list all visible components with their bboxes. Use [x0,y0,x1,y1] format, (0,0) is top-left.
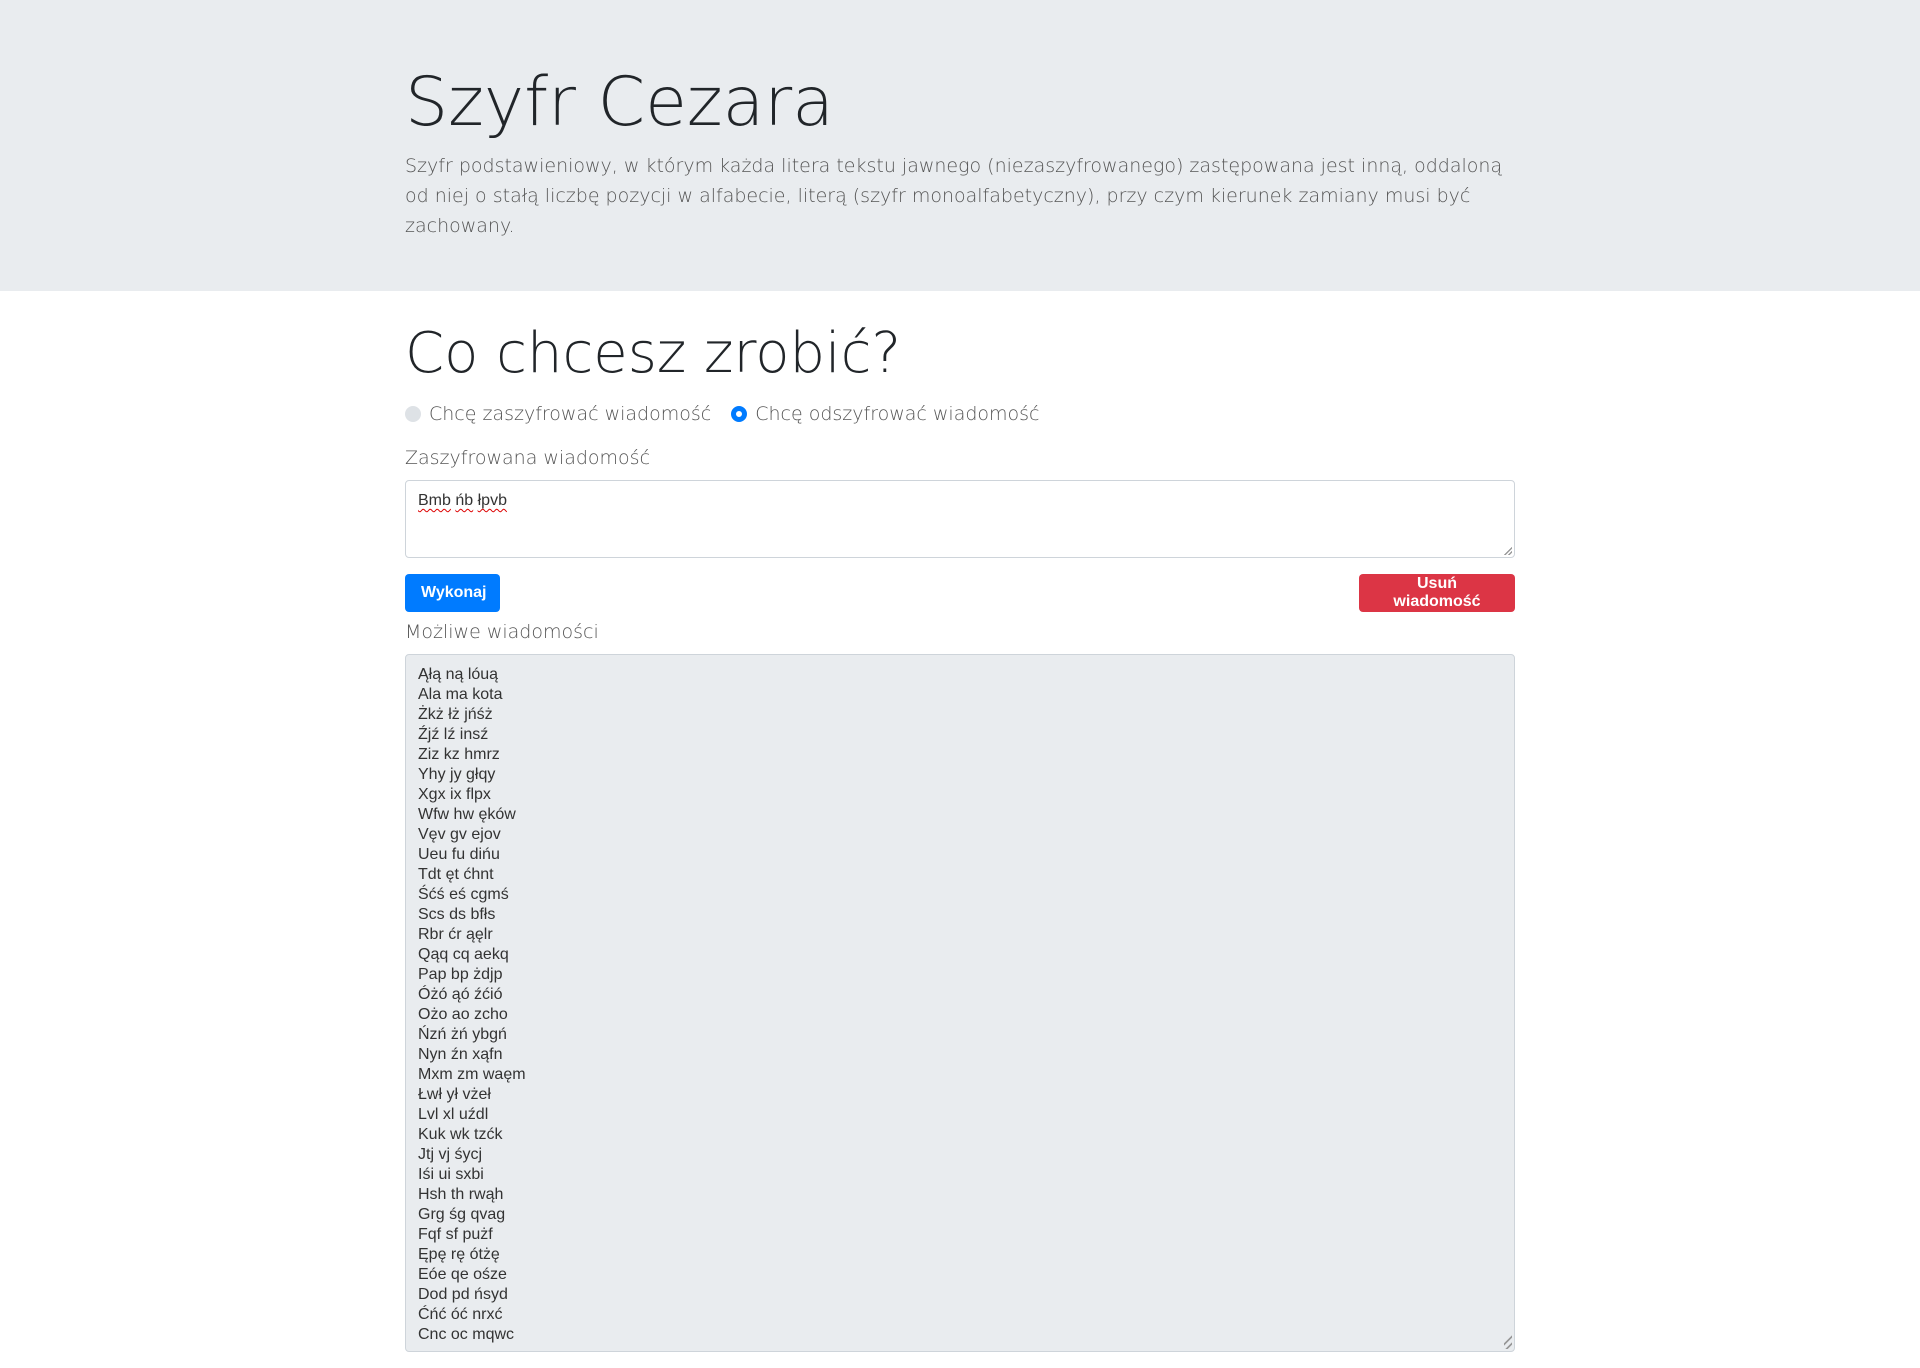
input-word: Bmb [418,492,451,509]
result-line: Ziz kz hmrz [418,746,500,763]
radio-unchecked-icon[interactable] [405,406,421,422]
result-line: Ńzń żń ybgń [418,1026,507,1043]
result-line: Ępę rę ótżę [418,1246,500,1263]
resize-handle-icon[interactable] [1504,1329,1512,1349]
result-line: Hsh th rwąh [418,1186,504,1203]
possible-messages-output[interactable]: Ąłą ną lóuą Ala ma kota Żkż łż jńśż Źjź lź … [405,654,1515,1352]
radio-encrypt-label: Chcę zaszyfrować wiadomość [429,403,712,425]
result-line: Nyn źn xąfn [418,1046,503,1063]
delete-message-button[interactable]: Usuń wiadomość [1359,574,1515,612]
result-line: Ćńć óć nrxć [418,1306,503,1323]
result-line: Dod pd ńsyd [418,1286,508,1303]
result-line: Ożo ao zcho [418,1006,508,1023]
result-line: Łwł ył vżeł [418,1086,491,1103]
result-line: Śćś eś cgmś [418,886,509,903]
input-word: łpvb [477,492,507,509]
result-line: Ala ma kota [418,686,503,703]
resize-handle-icon[interactable] [1504,547,1512,555]
result-line: Kuk wk tzćk [418,1126,503,1143]
main-content: Co chcesz zrobić? Chcę zaszyfrować wiado… [405,0,1515,1368]
mode-radio-group: Chcę zaszyfrować wiadomość Chcę odszyfro… [405,403,1060,425]
output-label: Możliwe wiadomości [405,621,599,643]
result-line: Pap bp żdjp [418,966,503,983]
radio-checked-icon[interactable] [731,406,748,422]
result-line: Xgx ix flpx [418,786,491,803]
result-line: Qąq cq aekq [418,946,509,963]
result-line: Lvl xl uźdl [418,1106,489,1123]
result-line: Żkż łż jńśż [418,706,493,723]
result-line: Yhy jy głqy [418,766,496,783]
result-line: Źjź lź insź [418,726,489,743]
result-line: Tdt ęt ćhnt [418,866,494,883]
execute-button[interactable]: Wykonaj [405,574,500,612]
input-label: Zaszyfrowana wiadomość [405,447,651,469]
encrypted-message-input[interactable]: Bmb ńb łpvb [405,480,1515,558]
result-line: Vęv gv ejov [418,826,501,843]
result-line: Cnc oc mqwc [418,1326,515,1343]
radio-decrypt-label: Chcę odszyfrować wiadomość [755,403,1040,425]
result-line: Mxm zm waęm [418,1066,526,1083]
result-line: Ąłą ną lóuą [418,666,499,683]
result-line: Ueu fu dińu [418,846,500,863]
input-word: ńb [455,492,474,509]
radio-decrypt[interactable]: Chcę odszyfrować wiadomość [731,403,1040,425]
result-line: Wfw hw ęków [418,806,516,823]
result-line: Jtj vj śycj [418,1146,482,1163]
result-line: Eóe qe ośze [418,1266,507,1283]
section-heading: Co chcesz zrobić? [405,321,902,386]
result-line: Rbr ćr ąęlr [418,926,493,943]
result-line: Grg śg qvag [418,1206,506,1223]
result-line: Óżó ąó źćió [418,986,503,1003]
radio-encrypt[interactable]: Chcę zaszyfrować wiadomość [405,403,711,425]
result-line: Scs ds bfłs [418,906,496,923]
result-line: Iśi ui sxbi [418,1166,484,1183]
result-line: Fqf sf pużf [418,1226,493,1243]
